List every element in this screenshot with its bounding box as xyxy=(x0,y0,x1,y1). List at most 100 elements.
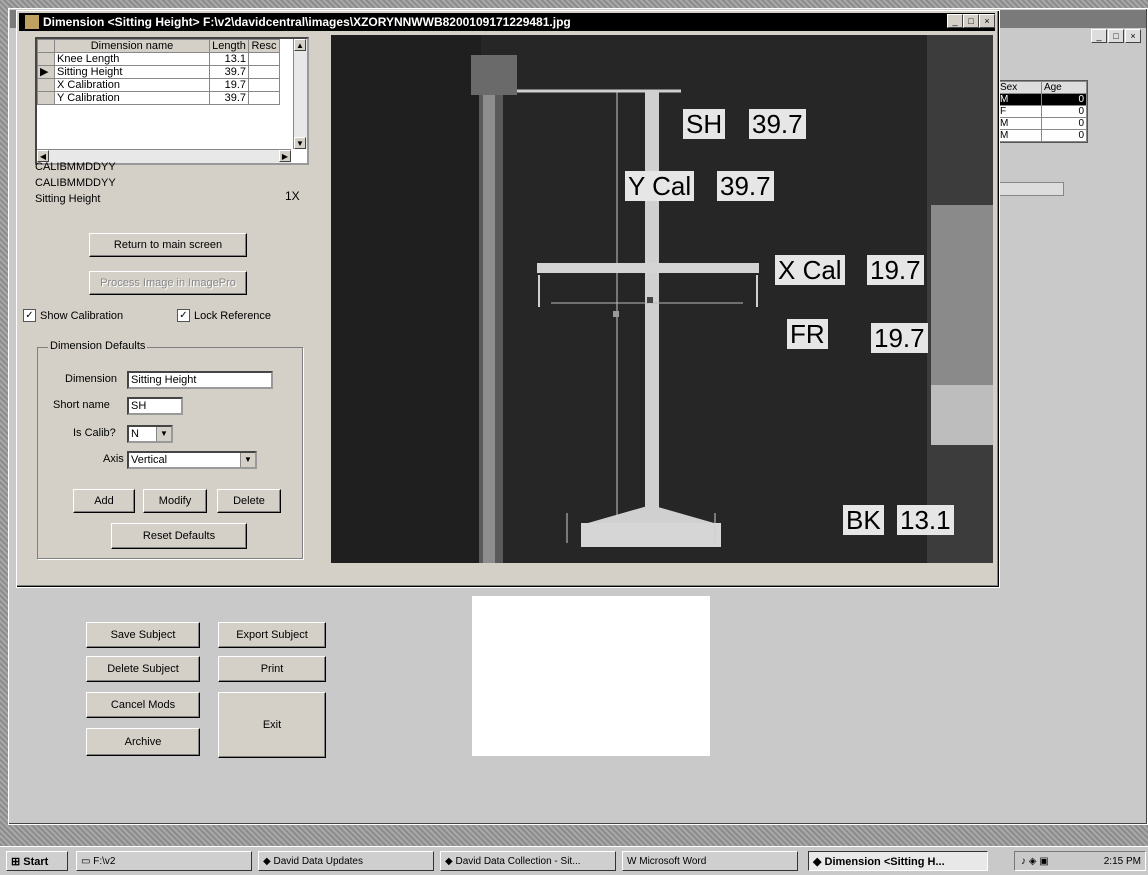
delete-button[interactable]: Delete xyxy=(217,489,281,513)
cancel-mods-button[interactable]: Cancel Mods xyxy=(86,692,200,718)
app-icon: ◆ xyxy=(445,856,453,867)
grid-cell-sex[interactable]: M xyxy=(997,117,1042,130)
speaker-icon[interactable]: ♪ xyxy=(1021,856,1026,867)
table-row[interactable]: Y Calibration 39.7 xyxy=(37,91,280,105)
table-row[interactable]: ▶ Sitting Height 39.7 xyxy=(37,65,280,79)
dialog-titlebar[interactable]: Dimension <Sitting Height> F:\v2\davidce… xyxy=(19,13,995,31)
close-icon[interactable]: × xyxy=(979,14,995,28)
show-calibration-checkbox[interactable]: ✓ Show Calibration xyxy=(23,309,123,322)
lock-reference-checkbox[interactable]: ✓ Lock Reference xyxy=(177,309,271,322)
grid-cell-sex[interactable]: M xyxy=(997,93,1042,106)
list-vertical-scrollbar[interactable]: ▲ ▼ xyxy=(293,39,307,149)
zoom-level: 1X xyxy=(285,189,300,203)
scroll-right-icon[interactable]: ▶ xyxy=(279,150,291,162)
cell-resc[interactable] xyxy=(248,78,280,92)
table-row[interactable]: Knee Length 13.1 xyxy=(37,52,280,66)
is-calib-select[interactable]: N ▼ xyxy=(127,425,173,443)
exit-button[interactable]: Exit xyxy=(218,692,326,758)
table-row[interactable]: M 0 xyxy=(997,117,1088,130)
taskbar-item-word[interactable]: W Microsoft Word xyxy=(622,851,798,871)
start-button[interactable]: ⊞ Start xyxy=(6,851,68,871)
taskbar-item-dimension[interactable]: ◆ Dimension <Sitting H... xyxy=(808,851,988,871)
grid-cell-age[interactable]: 0 xyxy=(1040,129,1088,142)
grid-header-sex[interactable]: Sex xyxy=(997,81,1042,94)
scroll-down-icon[interactable]: ▼ xyxy=(294,137,306,149)
clock[interactable]: 2:15 PM xyxy=(1104,852,1141,872)
delete-subject-button[interactable]: Delete Subject xyxy=(86,656,200,682)
overlay-xcal-label: X Cal xyxy=(775,255,845,285)
table-row[interactable]: X Calibration 19.7 xyxy=(37,78,280,92)
table-row[interactable]: M 0 xyxy=(997,129,1088,142)
subject-grid[interactable]: Sex Age M 0 F 0 M 0 M 0 xyxy=(996,80,1088,143)
show-calibration-label: Show Calibration xyxy=(40,309,124,322)
dimension-list[interactable]: Dimension name Length Resc Knee Length 1… xyxy=(35,37,309,165)
windows-logo-icon: ⊞ xyxy=(11,856,21,868)
return-to-main-button[interactable]: Return to main screen xyxy=(89,233,247,257)
close-icon[interactable]: × xyxy=(1125,29,1141,43)
checkmark-icon[interactable]: ✓ xyxy=(177,309,190,322)
print-button[interactable]: Print xyxy=(218,656,326,682)
overlay-ycal-value: 39.7 xyxy=(717,171,774,201)
cell-length[interactable]: 19.7 xyxy=(209,78,249,92)
chevron-down-icon[interactable]: ▼ xyxy=(156,427,171,441)
maximize-icon[interactable]: □ xyxy=(963,14,979,28)
row-marker[interactable] xyxy=(37,78,55,92)
taskbar-item-label: Microsoft Word xyxy=(639,856,707,867)
tray-app-icon[interactable]: ▣ xyxy=(1039,856,1048,867)
row-marker[interactable]: ▶ xyxy=(37,65,55,79)
checkmark-icon[interactable]: ✓ xyxy=(23,309,36,322)
taskbar-item-label: F:\v2 xyxy=(93,856,116,867)
grid-horizontal-scrollbar[interactable] xyxy=(996,182,1064,196)
cell-resc[interactable] xyxy=(248,65,280,79)
cell-length[interactable]: 13.1 xyxy=(209,52,249,66)
grid-cell-sex[interactable]: F xyxy=(997,105,1042,118)
axis-value: Vertical xyxy=(131,454,168,466)
network-icon[interactable]: ◈ xyxy=(1029,856,1037,867)
cell-dimension-name[interactable]: X Calibration xyxy=(54,78,210,92)
grid-header-age[interactable]: Age xyxy=(1040,81,1088,94)
col-header-length[interactable]: Length xyxy=(209,39,249,53)
grid-cell-sex[interactable]: M xyxy=(997,129,1042,142)
modify-button[interactable]: Modify xyxy=(143,489,207,513)
dialog-window-controls: _ □ × xyxy=(947,14,995,28)
add-button[interactable]: Add xyxy=(73,489,135,513)
minimize-icon[interactable]: _ xyxy=(947,14,963,28)
app-icon: ◆ xyxy=(263,856,271,867)
minimize-icon[interactable]: _ xyxy=(1091,29,1107,43)
reset-defaults-button[interactable]: Reset Defaults xyxy=(111,523,247,549)
cell-length[interactable]: 39.7 xyxy=(209,65,249,79)
taskbar-item-folder[interactable]: ▭ F:\v2 xyxy=(76,851,252,871)
maximize-icon[interactable]: □ xyxy=(1108,29,1124,43)
taskbar-item-data-collection[interactable]: ◆ David Data Collection - Sit... xyxy=(440,851,616,871)
group-title: Dimension Defaults xyxy=(48,340,148,352)
archive-button[interactable]: Archive xyxy=(86,728,200,756)
axis-select[interactable]: Vertical ▼ xyxy=(127,451,257,469)
cell-dimension-name[interactable]: Sitting Height xyxy=(54,65,210,79)
dimension-field-label: Dimension xyxy=(65,373,117,385)
row-marker[interactable] xyxy=(37,91,55,105)
main-app-window-controls: _ □ × xyxy=(1091,29,1141,43)
table-row[interactable]: F 0 xyxy=(997,105,1088,118)
col-header-dimension-name[interactable]: Dimension name xyxy=(54,39,210,53)
measurement-image[interactable]: SH 39.7 Y Cal 39.7 X Cal 19.7 FR 19.7 BK… xyxy=(331,35,993,563)
scroll-up-icon[interactable]: ▲ xyxy=(294,39,306,51)
short-name-field[interactable]: SH xyxy=(127,397,183,415)
dimension-field[interactable]: Sitting Height xyxy=(127,371,273,389)
cell-length[interactable]: 39.7 xyxy=(209,91,249,105)
save-subject-button[interactable]: Save Subject xyxy=(86,622,200,648)
cell-dimension-name[interactable]: Y Calibration xyxy=(54,91,210,105)
cell-dimension-name[interactable]: Knee Length xyxy=(54,52,210,66)
table-row[interactable]: M 0 xyxy=(997,93,1088,106)
grid-cell-age[interactable]: 0 xyxy=(1040,93,1088,106)
grid-cell-age[interactable]: 0 xyxy=(1040,105,1088,118)
lock-reference-label: Lock Reference xyxy=(194,309,272,322)
process-image-button[interactable]: Process Image in ImagePro xyxy=(89,271,247,295)
grid-cell-age[interactable]: 0 xyxy=(1040,117,1088,130)
col-header-resc[interactable]: Resc xyxy=(248,39,280,53)
export-subject-button[interactable]: Export Subject xyxy=(218,622,326,648)
row-marker[interactable] xyxy=(37,52,55,66)
chevron-down-icon[interactable]: ▼ xyxy=(240,453,255,467)
cell-resc[interactable] xyxy=(248,52,280,66)
cell-resc[interactable] xyxy=(248,91,280,105)
taskbar-item-data-updates[interactable]: ◆ David Data Updates xyxy=(258,851,434,871)
